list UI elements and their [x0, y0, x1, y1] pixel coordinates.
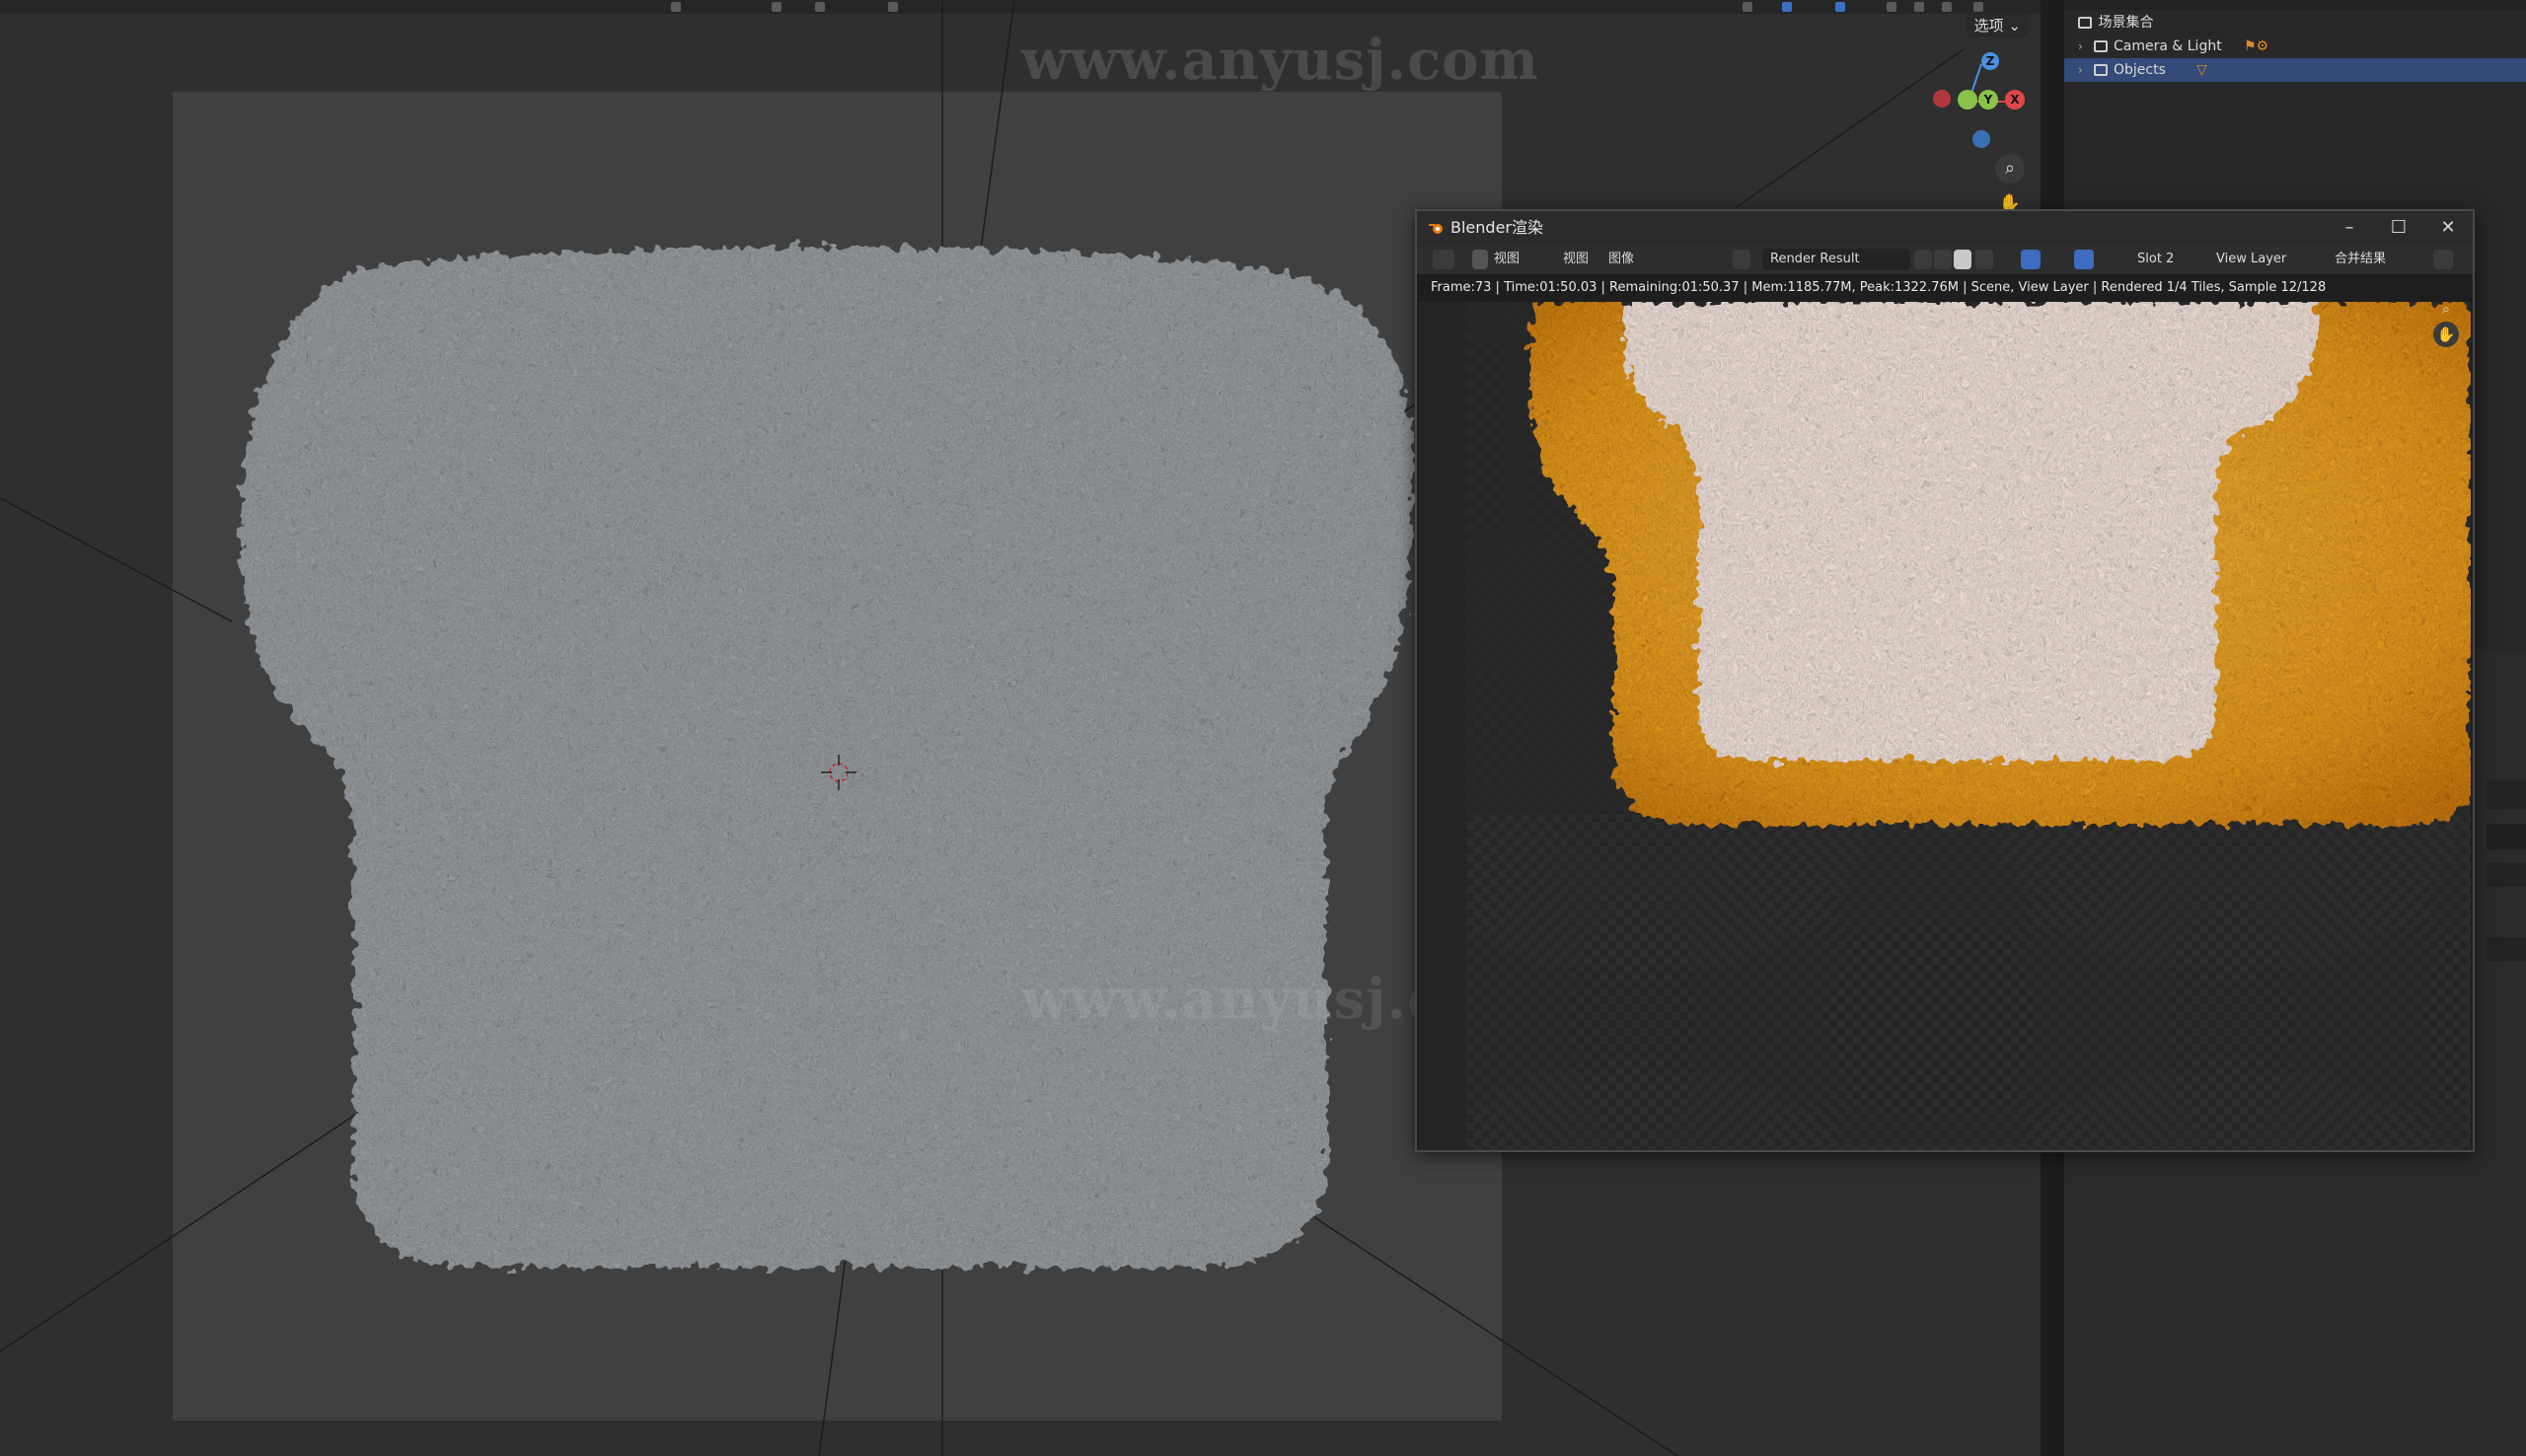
outliner-row-label: 场景集合 — [2098, 15, 2154, 31]
image-mode-icon[interactable] — [1472, 250, 1488, 269]
image-name-field[interactable]: Render Result — [1762, 249, 1910, 270]
outliner-row-objects[interactable]: › Objects ▽ — [2064, 58, 2526, 82]
expand-arrow-icon[interactable]: › — [2078, 35, 2094, 58]
view-layer-dropdown[interactable]: View Layer — [2210, 249, 2292, 270]
mesh-filter-icon: ▽ — [2196, 62, 2207, 78]
render-window-titlebar[interactable]: Blender渲染 – ☐ ✕ — [1417, 211, 2473, 245]
properties-tab[interactable] — [2487, 779, 2526, 809]
editor-type-icon[interactable] — [1433, 250, 1454, 269]
minimize-button[interactable]: – — [2325, 211, 2374, 245]
expand-arrow-icon[interactable]: › — [2078, 58, 2094, 82]
zoom-icon[interactable]: ⌕ — [2433, 296, 2459, 322]
collection-icon — [2094, 64, 2108, 76]
outliner-row-camera-light[interactable]: › Camera & Light ⚑⚙ — [2064, 35, 2526, 58]
render-pass-dropdown[interactable]: 合并结果 — [2329, 249, 2392, 270]
image-browse-icon[interactable] — [1733, 250, 1750, 269]
image-editor-toolbar: 视图 视图 图像 Render Result Slot 2 View Layer… — [1417, 245, 2473, 274]
outliner-row-label: Camera & Light — [2114, 38, 2222, 54]
render-canvas[interactable]: ⌕ ✋ — [1419, 300, 2471, 1150]
properties-tab[interactable] — [2487, 824, 2526, 849]
gizmo-z-axis[interactable]: Z — [1981, 52, 1999, 70]
unlink-image-icon[interactable] — [1975, 250, 1993, 269]
gizmo-neg-x-axis[interactable] — [1933, 90, 1951, 108]
render-window-title: Blender渲染 — [1450, 218, 1543, 237]
properties-tab[interactable] — [2487, 937, 2526, 961]
fake-user-icon[interactable] — [1914, 250, 1932, 269]
pan-hand-icon[interactable]: ✋ — [2433, 322, 2459, 347]
image-menu[interactable]: 图像 — [1608, 250, 1634, 269]
camera-light-icons: ⚑⚙ — [2244, 38, 2269, 54]
3d-cursor-icon — [821, 755, 856, 790]
zoom-icon[interactable]: ⌕ — [1995, 154, 2025, 183]
navigation-gizmo[interactable]: Z Y X ⌕ ✋ — [1914, 47, 2041, 215]
open-image-icon[interactable] — [1954, 250, 1971, 269]
watermark-text: www.anyusj.com — [1021, 28, 1539, 93]
render-status-text: Frame:73 | Time:01:50.03 | Remaining:01:… — [1431, 280, 2327, 295]
toast-crumb — [1623, 302, 2317, 761]
slot-dropdown[interactable]: Slot 2 — [2131, 249, 2180, 270]
maximize-button[interactable]: ☐ — [2374, 211, 2423, 245]
properties-tab[interactable] — [2487, 863, 2526, 887]
close-button[interactable]: ✕ — [2423, 211, 2473, 245]
scene-collection-icon — [2078, 17, 2093, 29]
display-channels-icon[interactable] — [2433, 250, 2453, 269]
collection-icon — [2094, 40, 2108, 52]
outliner-header — [2064, 0, 2526, 10]
outliner-row-scene-collection[interactable]: 场景集合 — [2064, 11, 2526, 35]
view-menu[interactable]: 视图 — [1494, 250, 1520, 269]
duplicate-image-icon[interactable] — [1934, 250, 1952, 269]
render-window[interactable]: Blender渲染 – ☐ ✕ 视图 视图 图像 Render Result S… — [1415, 209, 2475, 1152]
gizmo-y-axis[interactable]: Y — [1978, 90, 1998, 109]
gizmo-neg-y-axis[interactable] — [1958, 90, 1977, 109]
gizmo-x-axis[interactable]: X — [2005, 90, 2025, 109]
view-menu-2[interactable]: 视图 — [1563, 250, 1589, 269]
gizmo-toggle-icon[interactable] — [2021, 250, 2041, 269]
blender-logo-icon — [1429, 224, 1443, 234]
render-result-image — [1466, 302, 2471, 1150]
overlay-toggle-icon[interactable] — [2074, 250, 2094, 269]
outliner-row-label: Objects — [2114, 62, 2166, 78]
gizmo-neg-z-axis[interactable] — [1972, 130, 1990, 148]
